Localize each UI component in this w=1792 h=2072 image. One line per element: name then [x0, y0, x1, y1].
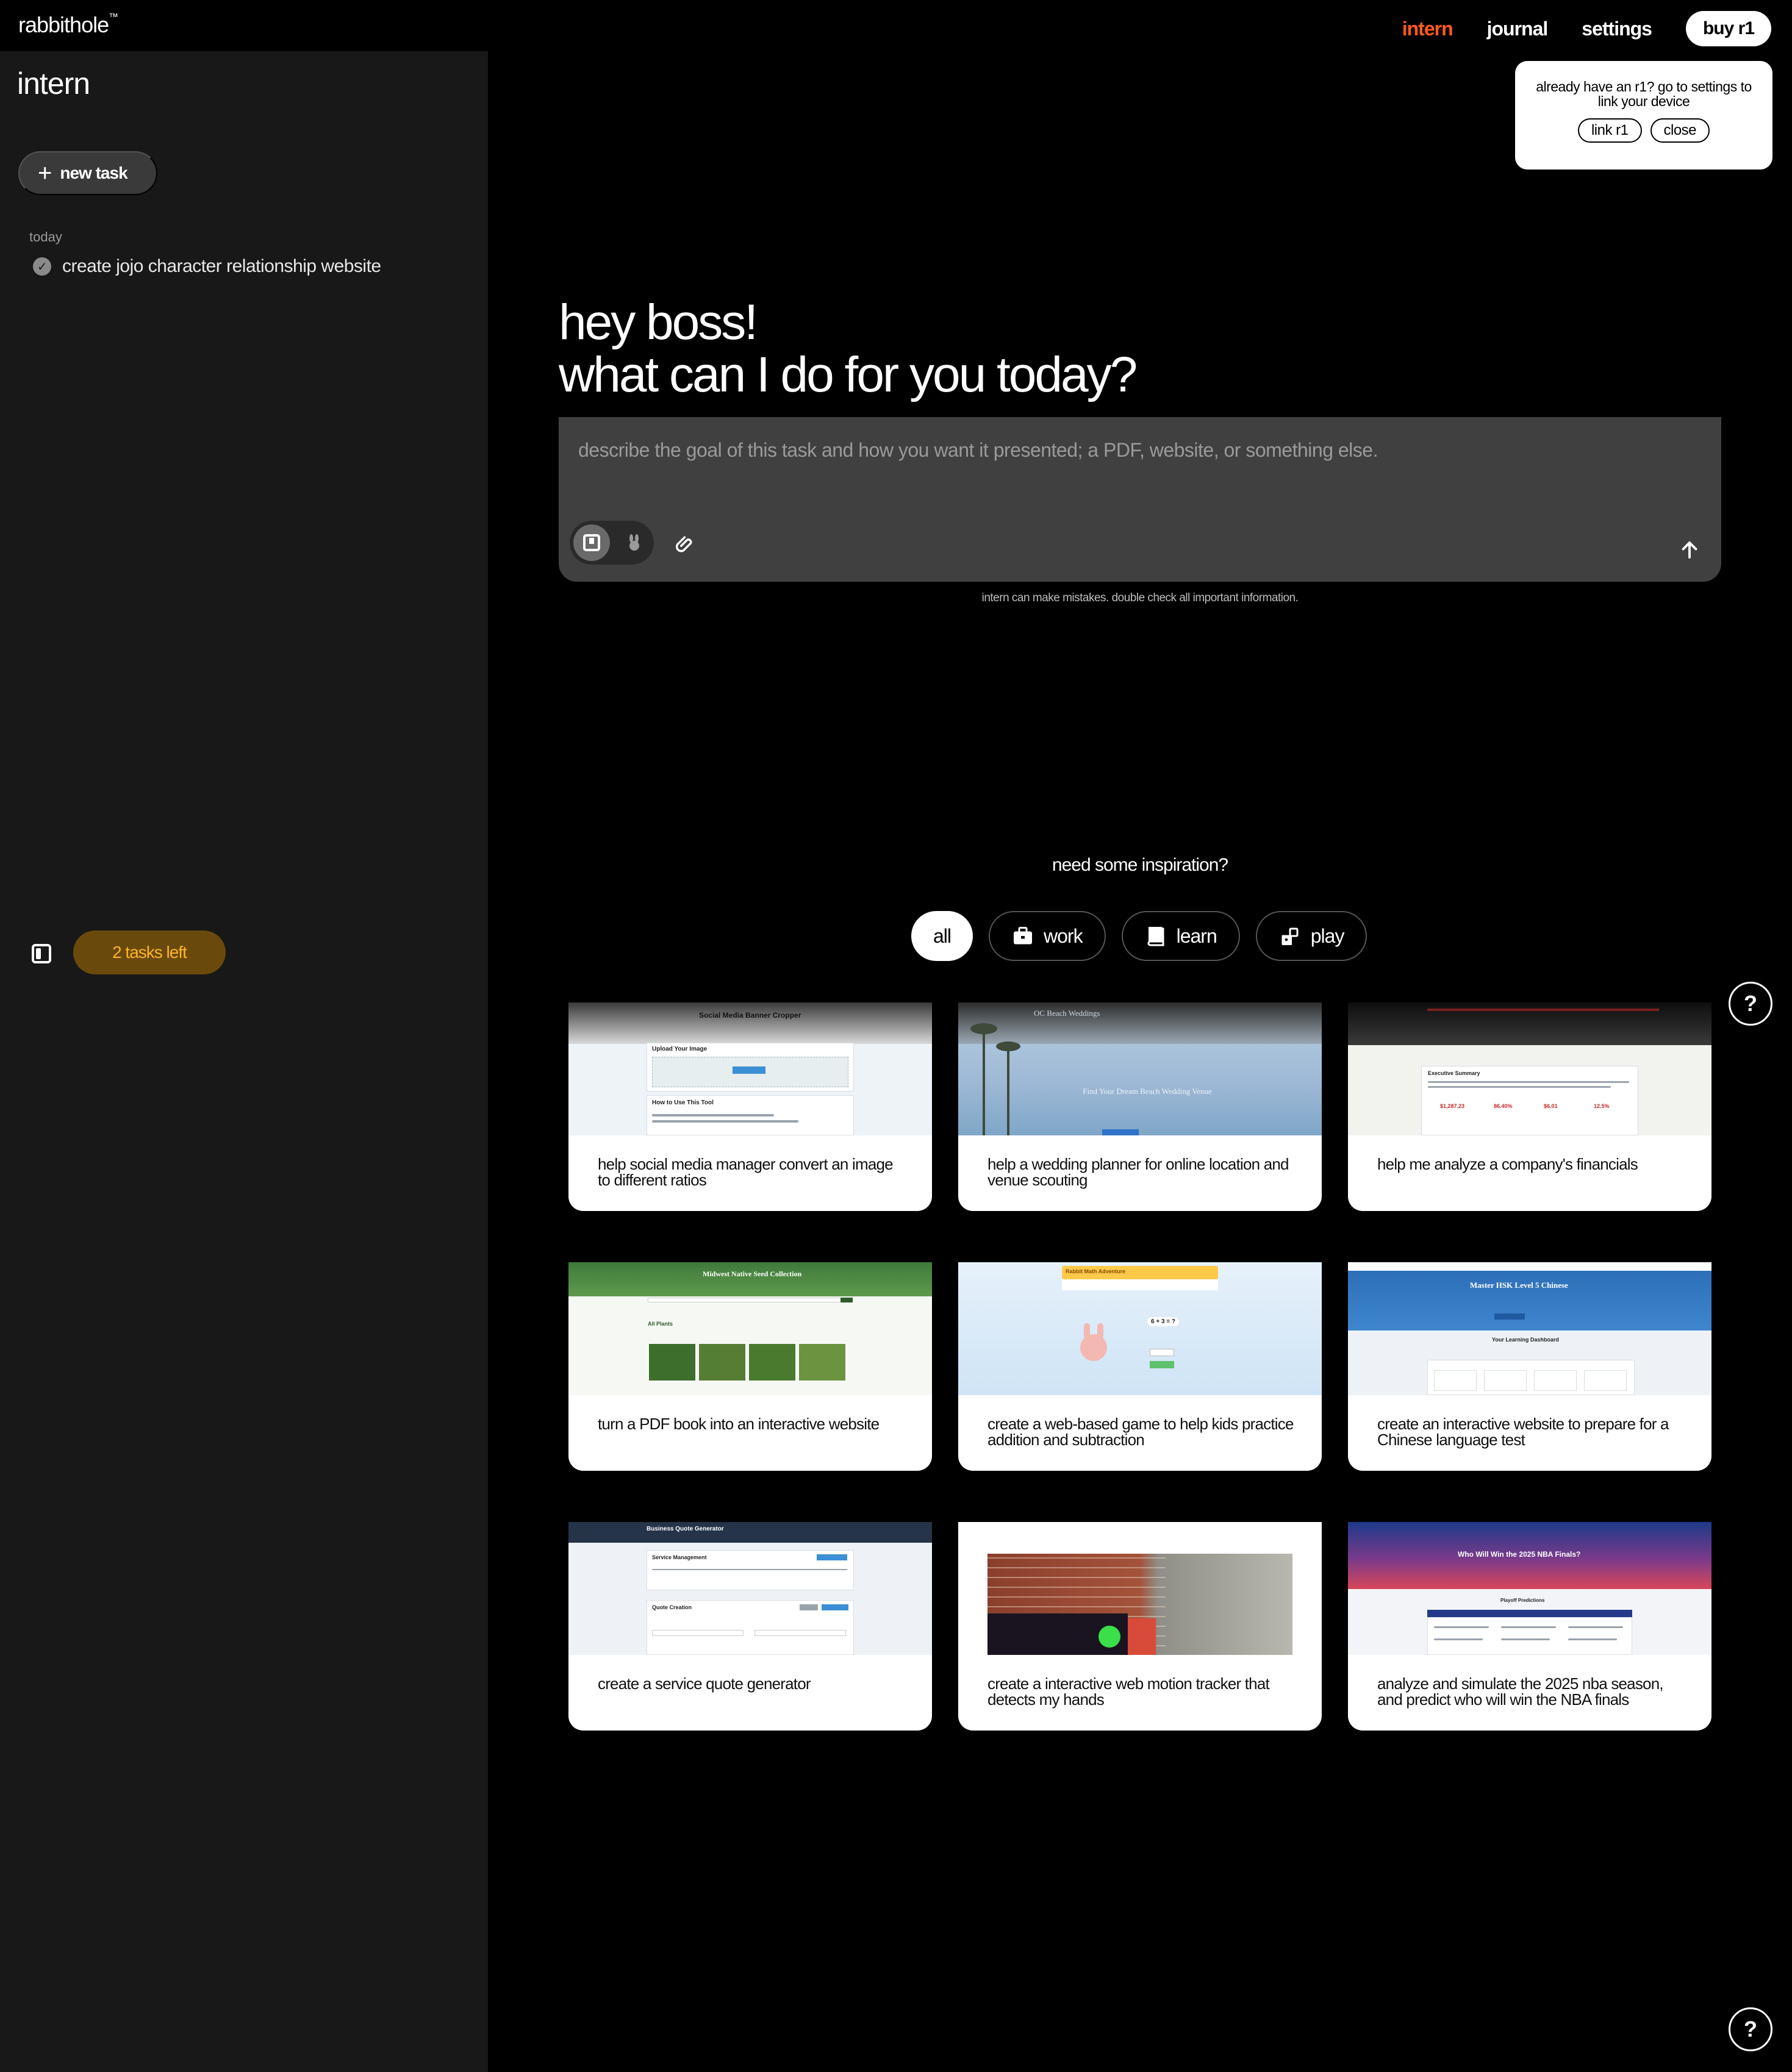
section-label-today: today — [29, 229, 62, 245]
intern-mode-icon[interactable] — [573, 524, 610, 561]
hero-line-2: what can I do for you today? — [559, 347, 1138, 402]
card-caption: analyze and simulate the 2025 nba season… — [1377, 1674, 1664, 1709]
inspiration-card-chinese-test[interactable]: Master HSK Level 5 Chinese Your Learning… — [1348, 1262, 1711, 1471]
filter-work[interactable]: work — [989, 911, 1106, 961]
buy-r1-button[interactable]: buy r1 — [1685, 11, 1771, 46]
card-caption: help me analyze a company's financials — [1377, 1155, 1638, 1173]
book-icon — [1147, 927, 1164, 946]
sidebar: intern + new task today ✓ create jojo ch… — [0, 51, 488, 2072]
card-thumbnail — [958, 1522, 1322, 1655]
card-caption: create a interactive web motion tracker … — [987, 1674, 1270, 1709]
card-thumbnail: Who Will Win the 2025 NBA Finals? Playof… — [1348, 1522, 1711, 1655]
card-caption: create a service quote generator — [598, 1674, 811, 1693]
inspiration-card-pdf-book[interactable]: Midwest Native Seed Collection All Plant… — [568, 1262, 932, 1471]
card-caption: help social media manager convert an ima… — [598, 1155, 894, 1189]
send-arrow-icon[interactable] — [1679, 539, 1701, 561]
plus-icon: + — [38, 160, 52, 187]
card-thumbnail: Executive Summary $1,287.23 86.40% $6.01… — [1348, 1002, 1711, 1135]
card-caption: create an interactive website to prepare… — [1377, 1415, 1669, 1449]
briefcase-icon — [1014, 927, 1033, 945]
card-thumbnail: Rabbit Math Adventure 6 + 3 = ? — [958, 1262, 1322, 1395]
inspiration-card-quote-generator[interactable]: Business Quote Generator Service Managem… — [568, 1522, 932, 1731]
link-r1-button[interactable]: link r1 — [1577, 118, 1642, 143]
filter-all[interactable]: all — [911, 911, 973, 961]
brand-logo[interactable]: rabbithole™ — [18, 12, 118, 38]
card-thumbnail: Social Media Banner Cropper Upload Your … — [568, 1002, 932, 1135]
card-caption: create a web-based game to help kids pra… — [987, 1415, 1294, 1449]
task-composer[interactable]: describe the goal of this task and how y… — [559, 417, 1721, 582]
rabbit-mode-icon[interactable] — [616, 524, 653, 561]
card-caption: help a wedding planner for online locati… — [987, 1155, 1289, 1189]
new-task-label: new task — [60, 163, 127, 182]
card-caption: turn a PDF book into an interactive webs… — [598, 1415, 880, 1433]
inspiration-title: need some inspiration? — [1052, 855, 1228, 875]
link-device-popup: already have an r1? go to settings to li… — [1515, 61, 1772, 170]
sidebar-toggle-icon[interactable] — [32, 944, 51, 963]
game-piece-icon — [1281, 927, 1299, 945]
filter-chips: all work learn play — [911, 911, 1367, 961]
paperclip-icon[interactable] — [673, 533, 694, 554]
nav-intern[interactable]: intern — [1402, 18, 1453, 40]
new-task-button[interactable]: + new task — [18, 151, 157, 195]
disclaimer: intern can make mistakes. double check a… — [981, 591, 1299, 604]
task-input-placeholder[interactable]: describe the goal of this task and how y… — [578, 439, 1378, 462]
card-thumbnail: Master HSK Level 5 Chinese Your Learning… — [1348, 1262, 1711, 1395]
check-circle-icon: ✓ — [33, 257, 51, 276]
inspiration-card-math-game[interactable]: Rabbit Math Adventure 6 + 3 = ? create a… — [958, 1262, 1322, 1471]
top-nav: intern journal settings buy r1 — [1402, 11, 1771, 46]
inspiration-card-financials[interactable]: Executive Summary $1,287.23 86.40% $6.01… — [1348, 1002, 1711, 1211]
card-thumbnail: Midwest Native Seed Collection All Plant… — [568, 1262, 932, 1395]
nav-settings[interactable]: settings — [1582, 18, 1652, 40]
hero-greeting: hey boss! what can I do for you today? — [559, 295, 1138, 402]
task-history-item[interactable]: ✓ create jojo character relationship web… — [33, 256, 381, 277]
sidebar-title: intern — [17, 66, 90, 101]
tasks-left-badge[interactable]: 2 tasks left — [73, 931, 226, 974]
nav-journal[interactable]: journal — [1487, 18, 1549, 40]
filter-learn[interactable]: learn — [1121, 911, 1240, 961]
inspiration-card-image-ratios[interactable]: Social Media Banner Cropper Upload Your … — [568, 1002, 932, 1211]
inspiration-card-nba-finals[interactable]: Who Will Win the 2025 NBA Finals? Playof… — [1348, 1522, 1711, 1731]
task-history-label: create jojo character relationship websi… — [62, 256, 381, 276]
card-thumbnail: OC Beach Weddings Find Your Dream Beach … — [958, 1002, 1322, 1135]
help-button[interactable]: ? — [1729, 982, 1772, 1026]
inspiration-card-motion-tracker[interactable]: create a interactive web motion tracker … — [958, 1522, 1322, 1731]
close-popup-button[interactable]: close — [1650, 118, 1710, 143]
inspiration-card-wedding-venue[interactable]: OC Beach Weddings Find Your Dream Beach … — [958, 1002, 1322, 1211]
filter-play[interactable]: play — [1255, 911, 1367, 961]
card-thumbnail: Business Quote Generator Service Managem… — [568, 1522, 932, 1655]
mode-toggle[interactable] — [570, 521, 654, 565]
hero-line-1: hey boss! — [559, 295, 758, 350]
popup-message: already have an r1? go to settings to li… — [1536, 79, 1752, 109]
help-button-bottom[interactable]: ? — [1729, 2007, 1772, 2051]
